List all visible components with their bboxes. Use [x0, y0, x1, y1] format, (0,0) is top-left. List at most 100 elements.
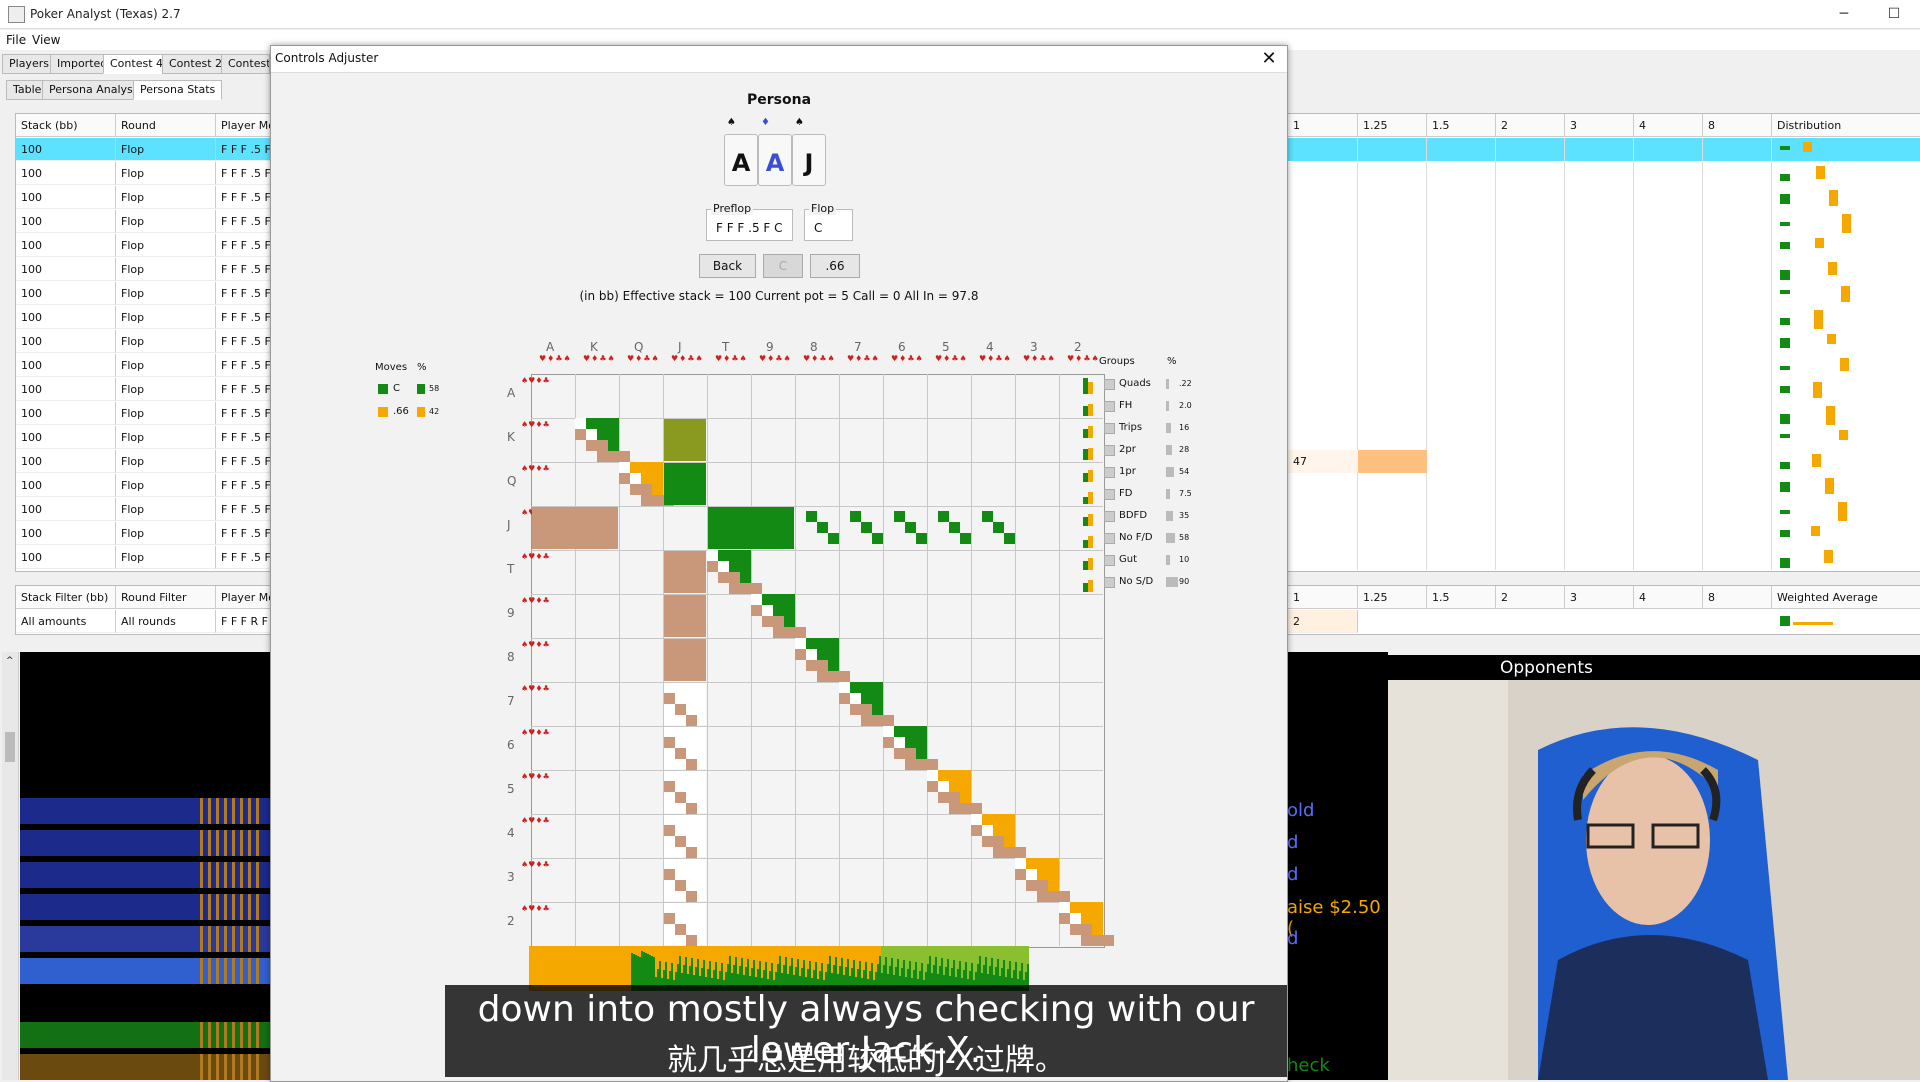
column-header[interactable]: 1.5	[1427, 114, 1496, 137]
combo-cell[interactable]	[707, 550, 718, 561]
combo-cell[interactable]	[960, 533, 971, 544]
table-cell[interactable]: 100	[16, 138, 116, 161]
group-label[interactable]: No S/D	[1119, 576, 1153, 587]
column-header[interactable]: 4	[1634, 114, 1703, 137]
combo-cell[interactable]	[806, 660, 828, 671]
combo-cell[interactable]	[828, 660, 839, 671]
combo-cell[interactable]	[1070, 902, 1103, 913]
minimize-button[interactable]: ─	[1824, 2, 1864, 26]
hand-matrix[interactable]: AA♥♦♣♠♠♥♦♣KK♥♦♣♠♠♥♦♣QQ♥♦♣♠♠♥♦♣JJ♥♦♣♠♠♥♦♣…	[491, 336, 1114, 976]
combo-cell[interactable]	[839, 693, 850, 704]
filter-value[interactable]: F F F R F C	[216, 610, 271, 633]
combo-cell[interactable]	[861, 715, 894, 726]
combo-cell[interactable]	[905, 737, 927, 748]
table-cell[interactable]: 100	[16, 522, 116, 545]
table-cell[interactable]: 100	[16, 546, 116, 569]
table-cell[interactable]: 100	[16, 186, 116, 209]
tab-contest-8[interactable]: Contest 8	[221, 54, 270, 74]
group-label[interactable]: Gut	[1119, 554, 1137, 565]
combo-cell[interactable]	[1059, 913, 1070, 924]
combo-cell[interactable]	[586, 440, 608, 451]
column-header[interactable]: 3	[1565, 114, 1634, 137]
combo-cell[interactable]	[850, 704, 872, 715]
combo-cell[interactable]	[949, 803, 982, 814]
group-checkbox[interactable]	[1104, 577, 1115, 588]
hand-cell[interactable]	[532, 507, 618, 549]
combo-cell[interactable]	[1092, 924, 1103, 935]
combo-cell[interactable]	[686, 715, 697, 726]
move-label-c[interactable]: C	[393, 383, 400, 394]
table-cell[interactable]: F F F .5 F	[216, 330, 271, 353]
combo-cell[interactable]	[971, 825, 982, 836]
combo-cell[interactable]	[740, 572, 751, 583]
hand-cell[interactable]	[664, 639, 706, 681]
group-label[interactable]: FD	[1119, 488, 1132, 499]
combo-cell[interactable]	[630, 473, 641, 484]
combo-cell[interactable]	[686, 891, 697, 902]
combo-cell[interactable]	[894, 726, 927, 737]
column-header[interactable]: 1	[1288, 114, 1358, 137]
combo-cell[interactable]	[861, 693, 883, 704]
combo-cell[interactable]	[675, 836, 686, 847]
combo-cell[interactable]	[1070, 913, 1081, 924]
combo-cell[interactable]	[762, 594, 795, 605]
table-cell[interactable]: 100	[16, 426, 116, 449]
combo-cell[interactable]	[850, 511, 861, 522]
combo-cell[interactable]	[850, 693, 861, 704]
combo-cell[interactable]	[1048, 880, 1059, 891]
tab-contest-4[interactable]: Contest 4	[103, 54, 171, 74]
hand-cell[interactable]	[664, 595, 706, 637]
table-cell[interactable]: Flop	[116, 402, 216, 425]
combo-cell[interactable]	[718, 572, 740, 583]
table-cell[interactable]: Flop	[116, 498, 216, 521]
combo-cell[interactable]	[817, 671, 850, 682]
table-cell[interactable]: 100	[16, 498, 116, 521]
group-checkbox[interactable]	[1104, 445, 1115, 456]
combo-cell[interactable]	[817, 522, 828, 533]
filter-value[interactable]: 2	[1288, 610, 1358, 633]
table-cell[interactable]: 100	[16, 282, 116, 305]
highlight-cell[interactable]: 47	[1288, 450, 1358, 473]
scroll-thumb[interactable]	[5, 732, 15, 762]
combo-cell[interactable]	[597, 429, 619, 440]
combo-cell[interactable]	[784, 616, 795, 627]
combo-cell[interactable]	[1037, 891, 1070, 902]
combo-cell[interactable]	[686, 847, 697, 858]
group-label[interactable]: Trips	[1119, 422, 1142, 433]
selected-row[interactable]	[1288, 138, 1920, 161]
combo-cell[interactable]	[993, 847, 1026, 858]
combo-cell[interactable]	[1081, 935, 1114, 946]
combo-cell[interactable]	[1026, 858, 1059, 869]
table-cell[interactable]: Flop	[116, 426, 216, 449]
combo-cell[interactable]	[817, 649, 839, 660]
combo-cell[interactable]	[861, 522, 872, 533]
table-cell[interactable]: Flop	[116, 306, 216, 329]
combo-cell[interactable]	[664, 737, 675, 748]
table-cell[interactable]: F F F .5 F	[216, 546, 271, 569]
group-checkbox[interactable]	[1104, 379, 1115, 390]
combo-cell[interactable]	[675, 880, 686, 891]
combo-cell[interactable]	[916, 533, 927, 544]
group-checkbox[interactable]	[1104, 511, 1115, 522]
combo-cell[interactable]	[938, 792, 960, 803]
table-cell[interactable]: Flop	[116, 378, 216, 401]
combo-cell[interactable]	[905, 522, 916, 533]
menu-file[interactable]: File	[6, 33, 26, 47]
combo-cell[interactable]	[1026, 880, 1048, 891]
table-cell[interactable]: 100	[16, 378, 116, 401]
combo-cell[interactable]	[828, 533, 839, 544]
combo-cell[interactable]	[1037, 869, 1059, 880]
table-cell[interactable]: 100	[16, 450, 116, 473]
combo-cell[interactable]	[916, 748, 927, 759]
combo-cell[interactable]	[718, 550, 751, 561]
hand-cell[interactable]	[664, 463, 706, 505]
combo-cell[interactable]	[960, 792, 971, 803]
hand-cell[interactable]	[708, 507, 794, 549]
combo-cell[interactable]	[619, 473, 630, 484]
combo-cell[interactable]	[762, 616, 784, 627]
tab-players[interactable]: Players	[2, 54, 56, 74]
table-cell[interactable]: F F F .5 F	[216, 162, 271, 185]
column-header[interactable]: Player Mo	[216, 114, 271, 137]
vertical-scrollbar[interactable]: ^	[2, 652, 19, 1080]
table-cell[interactable]: Flop	[116, 210, 216, 233]
